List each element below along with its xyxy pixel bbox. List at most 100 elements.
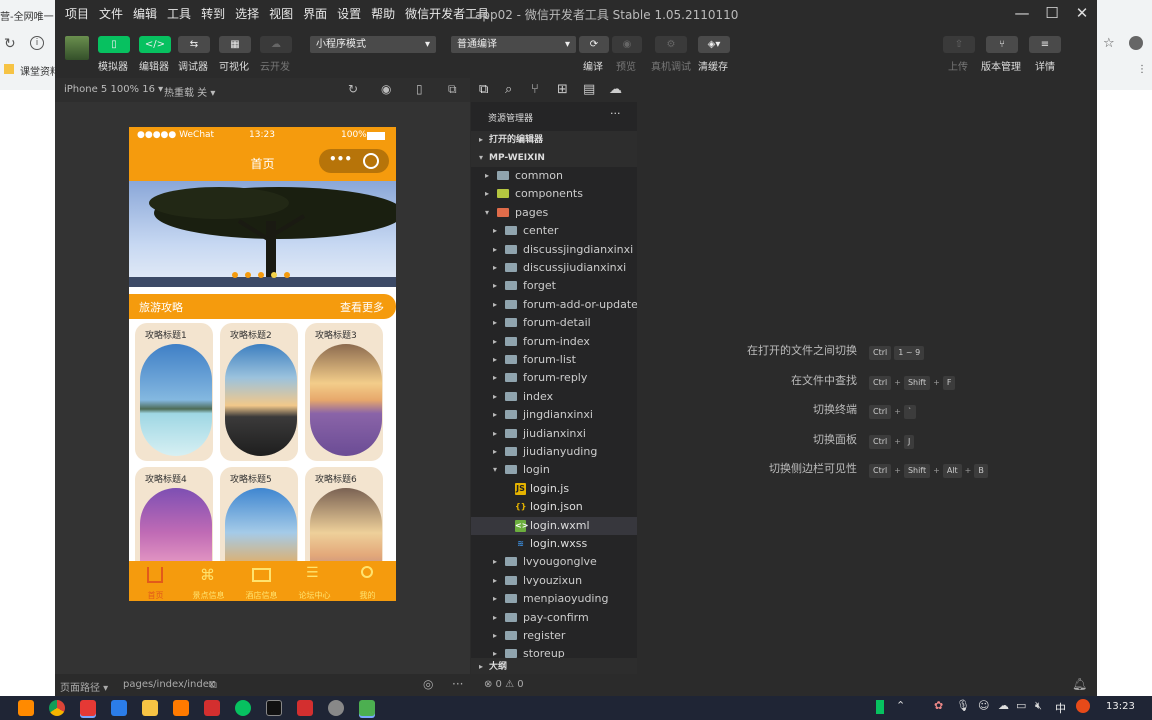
tree-folder[interactable]: ▸ forum-add-or-update <box>471 296 637 314</box>
guide-card[interactable]: 攻略标题2 <box>220 323 298 461</box>
app-icon[interactable] <box>204 700 220 716</box>
clock[interactable]: 13:23 <box>1106 701 1135 712</box>
tree-file[interactable]: <> login.wxml <box>471 516 637 535</box>
close-button[interactable]: ✕ <box>1067 2 1097 24</box>
guide-card[interactable]: 攻略标题1 <box>135 323 213 461</box>
extensions-icon[interactable]: ⊞ <box>557 82 568 97</box>
tree-folder[interactable]: ▾ pages <box>471 204 637 222</box>
minimize-button[interactable]: — <box>1007 2 1037 24</box>
debugger-toggle-button[interactable]: ⇆ <box>178 36 210 53</box>
details-button[interactable]: ≡ <box>1029 36 1061 53</box>
swiper-dot[interactable] <box>258 272 264 278</box>
menu-goto[interactable]: 转到 <box>201 5 225 22</box>
page-path-select[interactable]: 页面路径 ▾ <box>60 679 108 694</box>
browser-tab-text[interactable]: 营-全网唯一 <box>0 8 55 23</box>
record-icon[interactable]: ◉ <box>381 82 391 96</box>
tree-folder[interactable]: ▸ register <box>471 627 637 645</box>
phone-icon[interactable]: ▯ <box>416 82 423 96</box>
project-section[interactable]: ▾ MP-WEIXIN <box>471 149 637 167</box>
tree-folder[interactable]: ▸ discussjiudianxinxi <box>471 259 637 277</box>
menu-settings[interactable]: 设置 <box>337 5 361 22</box>
mode-select[interactable]: 小程序模式 ▾ <box>310 36 436 53</box>
bookmark-star-icon[interactable]: ☆ <box>1103 36 1115 51</box>
tree-folder[interactable]: ▸ index <box>471 388 637 406</box>
tab-forum[interactable]: ☰ 论坛中心 <box>288 561 341 601</box>
problems-indicator[interactable]: ⊗ 0 ⚠ 0 <box>484 679 524 690</box>
menu-interface[interactable]: 界面 <box>303 5 327 22</box>
editor-toggle-button[interactable]: </> <box>139 36 171 53</box>
user-tray-icon[interactable]: ☺ <box>978 699 989 712</box>
more-bookmarks-icon[interactable]: ⋮ <box>1137 64 1147 75</box>
display-icon[interactable]: ▭ <box>1016 699 1026 712</box>
remote-debug-button[interactable]: ⚙ <box>655 36 687 53</box>
open-editors-section[interactable]: ▸ 打开的编辑器 <box>471 131 637 149</box>
swiper-dot[interactable] <box>271 272 277 278</box>
tree-folder[interactable]: ▾ login <box>471 461 637 479</box>
tree-folder[interactable]: ▸ pay-confirm <box>471 609 637 627</box>
more-icon[interactable]: ••• <box>329 152 352 166</box>
menu-view[interactable]: 视图 <box>269 5 293 22</box>
guide-card[interactable]: 攻略标题3 <box>305 323 383 461</box>
source-control-icon[interactable]: ⑂ <box>531 82 539 97</box>
refresh-icon[interactable]: ↻ <box>348 82 358 96</box>
app-launcher-icon[interactable] <box>18 700 34 716</box>
user-avatar[interactable] <box>65 36 89 60</box>
devtools-taskbar-icon[interactable] <box>359 700 375 716</box>
tree-folder[interactable]: ▸ forum-list <box>471 351 637 369</box>
device-select[interactable]: iPhone 5 100% 16 ▾ <box>64 84 163 95</box>
swiper-dot[interactable] <box>284 272 290 278</box>
menu-help[interactable]: 帮助 <box>371 5 395 22</box>
capsule-button[interactable]: ••• <box>319 149 389 173</box>
tree-folder[interactable]: ▸ components <box>471 185 637 203</box>
recorder-icon[interactable] <box>80 700 96 716</box>
sogou-icon[interactable] <box>1076 699 1090 713</box>
clear-cache-button[interactable]: ◈▾ <box>698 36 730 53</box>
tree-folder[interactable]: ▸ forum-detail <box>471 314 637 332</box>
debug-icon[interactable]: ▤ <box>583 82 595 97</box>
tree-folder[interactable]: ▸ forget <box>471 277 637 295</box>
swiper-dot[interactable] <box>232 272 238 278</box>
menu-project[interactable]: 项目 <box>65 5 89 22</box>
simulator-toggle-button[interactable]: ▯ <box>98 36 130 53</box>
tab-home[interactable]: 首页 <box>129 561 182 601</box>
tree-folder[interactable]: ▸ common <box>471 167 637 185</box>
compile-button[interactable]: ⟳ <box>579 36 609 53</box>
tree-file[interactable]: {} login.json <box>471 498 637 516</box>
upload-button[interactable]: ⇧ <box>943 36 975 53</box>
menu-edit[interactable]: 编辑 <box>133 5 157 22</box>
copy-icon[interactable]: ⧉ <box>209 678 217 692</box>
settings-icon[interactable] <box>328 700 344 716</box>
cloud-tray-icon[interactable]: ☁ <box>998 699 1009 712</box>
tree-folder[interactable]: ▸ jiudianxinxi <box>471 425 637 443</box>
tree-folder[interactable]: ▸ lvyouzixun <box>471 572 637 590</box>
tree-folder[interactable]: ▸ discussjingdianxinxi <box>471 241 637 259</box>
maximize-button[interactable]: ☐ <box>1037 2 1067 24</box>
menu-select[interactable]: 选择 <box>235 5 259 22</box>
swiper-dot[interactable] <box>245 272 251 278</box>
bookmark-label[interactable]: 课堂资料 <box>20 63 55 78</box>
menu-tools[interactable]: 工具 <box>167 5 191 22</box>
tab-attractions[interactable]: ⌘ 景点信息 <box>182 561 235 601</box>
editor-app-icon[interactable] <box>111 700 127 716</box>
tab-mine[interactable]: 我的 <box>341 561 394 601</box>
browser-reload-icon[interactable]: ↻ <box>4 36 16 52</box>
compile-select[interactable]: 普通编译 ▾ <box>451 36 576 53</box>
ime-indicator[interactable]: 中 <box>1055 700 1066 716</box>
eye-icon[interactable]: ◎ <box>423 677 433 691</box>
more-icon[interactable]: ··· <box>452 677 463 691</box>
microphone-icon[interactable]: 🎙︎ <box>956 699 970 712</box>
search-icon[interactable]: ⌕ <box>505 82 512 97</box>
cloud-icon[interactable]: ☁ <box>609 82 622 97</box>
tab-hotels[interactable]: 酒店信息 <box>235 561 288 601</box>
battery-tray-icon[interactable] <box>876 700 884 714</box>
cloud-button[interactable]: ☁ <box>260 36 292 53</box>
site-info-icon[interactable]: i <box>30 36 44 50</box>
chrome-icon[interactable] <box>49 700 65 716</box>
tree-folder[interactable]: ▸ menpiaoyuding <box>471 590 637 608</box>
store-icon[interactable] <box>173 700 189 716</box>
section-more-link[interactable]: 查看更多 <box>340 299 384 315</box>
more-actions-icon[interactable]: ··· <box>610 107 621 120</box>
mute-icon[interactable]: 🔇︎ <box>1035 699 1042 713</box>
tree-folder[interactable]: ▸ center <box>471 222 637 240</box>
tree-folder[interactable]: ▸ lvyougonglve <box>471 553 637 571</box>
